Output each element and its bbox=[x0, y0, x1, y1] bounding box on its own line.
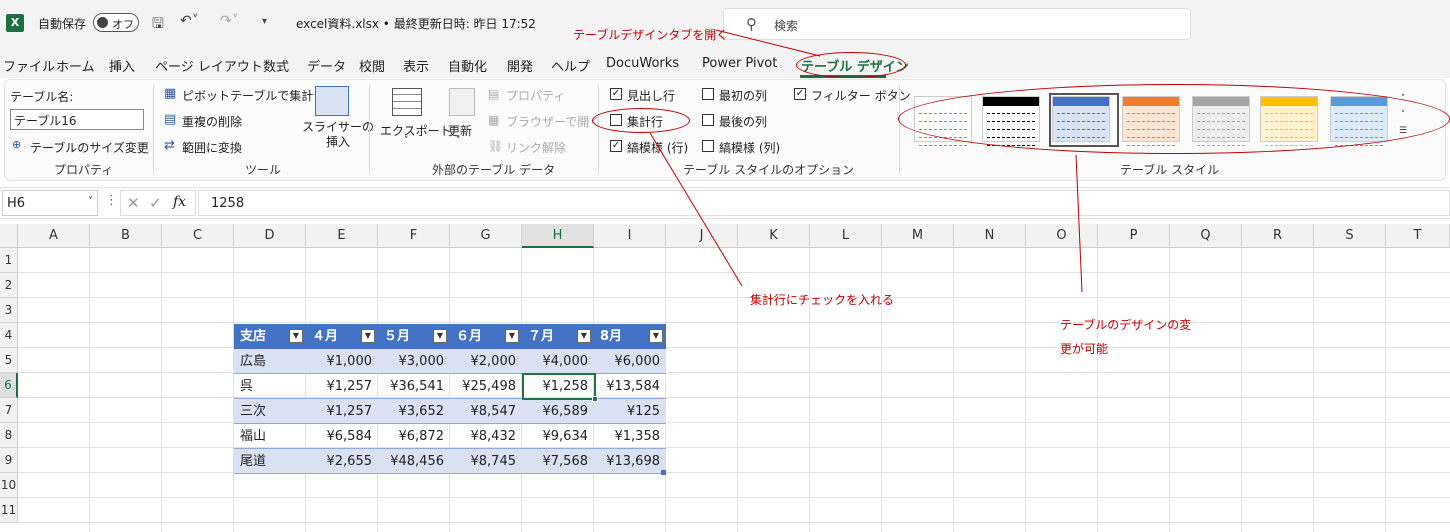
annotation-line-tab bbox=[715, 29, 821, 57]
annotation-lines bbox=[649, 29, 1083, 293]
annotation-line-styles bbox=[1075, 154, 1083, 293]
annotation-line-total bbox=[649, 132, 743, 287]
